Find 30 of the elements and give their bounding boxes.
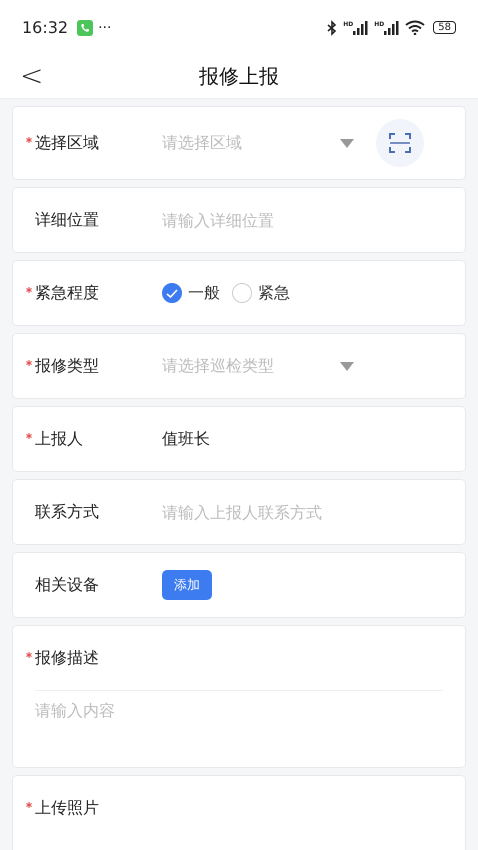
- field-label: 联系方式: [35, 502, 99, 522]
- more-notifications: ···: [98, 20, 112, 36]
- signal-icon: [353, 20, 370, 34]
- field-label: 详细位置: [35, 210, 99, 230]
- check-icon: [166, 288, 178, 298]
- back-button[interactable]: <: [14, 59, 50, 93]
- radio-indicator[interactable]: [232, 283, 252, 303]
- radio-option[interactable]: 一般: [162, 282, 220, 304]
- dropdown-icon: [340, 138, 354, 148]
- scan-icon: [389, 133, 411, 153]
- field-label: 相关设备: [35, 574, 99, 596]
- signal-icon: [384, 20, 400, 34]
- phone-icon: [77, 20, 94, 36]
- field-label: 上报人: [35, 428, 83, 450]
- add-button[interactable]: 添加: [162, 570, 212, 600]
- field-label: 上传照片: [35, 798, 99, 818]
- dropdown-icon: [340, 362, 354, 370]
- field-label: 报修类型: [35, 356, 99, 376]
- field-label: 报修描述: [35, 648, 99, 668]
- field-label: 紧急程度: [35, 282, 99, 304]
- radio-option[interactable]: 紧急: [232, 282, 290, 304]
- field-value: 值班长: [162, 428, 210, 450]
- battery-indicator: 58: [433, 21, 456, 34]
- status-time: 16:32: [22, 18, 68, 37]
- scan-button[interactable]: [376, 119, 424, 167]
- page-title: 报修上报: [199, 63, 279, 90]
- wifi-icon: [405, 20, 426, 35]
- bluetooth-icon: [326, 20, 338, 36]
- radio-indicator[interactable]: [162, 283, 182, 303]
- field-label: 选择区域: [35, 132, 99, 154]
